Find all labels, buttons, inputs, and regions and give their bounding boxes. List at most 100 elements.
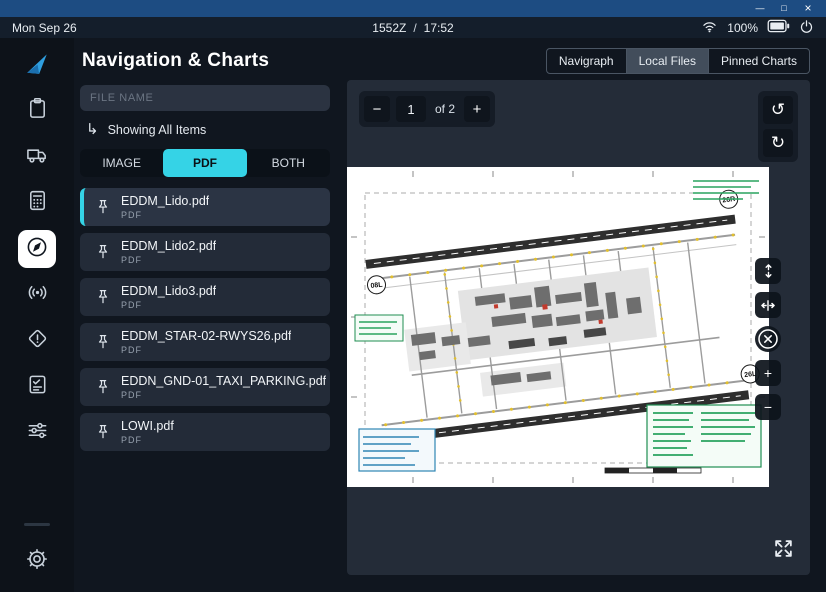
rotate-cw-button[interactable]: ↻ xyxy=(763,129,793,157)
power-icon[interactable] xyxy=(799,19,814,37)
file-name-search-input[interactable] xyxy=(80,85,330,111)
sidebar xyxy=(0,38,74,592)
battery-icon xyxy=(767,19,790,36)
time-local: 17:52 xyxy=(424,21,454,35)
file-name: EDDM_Lido3.pdf xyxy=(121,284,216,298)
chart-note-left xyxy=(355,315,403,341)
close-viewer-button[interactable] xyxy=(755,326,781,352)
zoom-in-button[interactable]: + xyxy=(755,360,781,386)
chart-info-box-atis xyxy=(359,429,435,471)
status-clock: 1552Z / 17:52 xyxy=(232,21,594,35)
sidebar-item-alerts[interactable] xyxy=(18,322,56,360)
page-previous-button[interactable]: − xyxy=(364,96,390,122)
file-type-badge: PDF xyxy=(121,255,216,265)
filter-status-label: Showing All Items xyxy=(108,123,207,137)
file-name: LOWI.pdf xyxy=(121,419,174,433)
fullscreen-button[interactable] xyxy=(766,531,800,565)
transmitter-icon xyxy=(26,281,49,309)
page-count-label: of 2 xyxy=(435,102,455,116)
time-utc: 1552Z xyxy=(372,21,406,35)
file-list-item[interactable]: EDDM_Lido.pdf PDF xyxy=(80,188,330,226)
pushpin-icon[interactable] xyxy=(91,287,115,307)
window-maximize-button[interactable]: □ xyxy=(772,0,796,17)
zoom-out-button[interactable]: − xyxy=(755,394,781,420)
sidebar-divider xyxy=(24,523,50,526)
tab-navigraph[interactable]: Navigraph xyxy=(547,49,627,73)
sidebar-item-settings[interactable] xyxy=(18,542,56,580)
chart-info-box-frequencies xyxy=(647,405,761,467)
fit-width-icon xyxy=(760,298,776,313)
filter-status: ↳ Showing All Items xyxy=(86,122,330,137)
airport-diagram: 26R 08L 26L 08R xyxy=(347,167,769,487)
tab-local-files[interactable]: Local Files xyxy=(627,49,709,73)
page-title: Navigation & Charts xyxy=(82,50,330,72)
status-bar: Mon Sep 26 1552Z / 17:52 100% xyxy=(0,17,826,38)
pushpin-icon[interactable] xyxy=(91,197,115,217)
page-number-field[interactable]: 1 xyxy=(396,96,426,122)
page-next-button[interactable]: + xyxy=(464,96,490,122)
clipboard-icon xyxy=(26,97,49,125)
chart-scale-bar xyxy=(605,468,701,473)
sidebar-item-navigation[interactable] xyxy=(18,230,56,268)
file-name: EDDM_Lido.pdf xyxy=(121,194,209,208)
file-list-item[interactable]: LOWI.pdf PDF xyxy=(80,413,330,451)
file-type-filter: IMAGE PDF BOTH xyxy=(80,149,330,177)
pushpin-icon[interactable] xyxy=(91,422,115,442)
nav-charts-panel: Navigation & Charts ↳ Showing All Items … xyxy=(74,38,340,592)
navigation-compass-icon xyxy=(25,235,49,264)
gear-icon xyxy=(25,547,49,576)
file-type-badge: PDF xyxy=(121,390,326,400)
chart-source-tabs: Navigraph Local Files Pinned Charts xyxy=(546,48,810,74)
file-name: EDDN_GND-01_TAXI_PARKING.pdf xyxy=(121,374,326,388)
checklist-icon xyxy=(26,373,49,401)
file-list: EDDM_Lido.pdf PDF EDDM_Lido2.pdf PDF EDDM_… xyxy=(80,188,330,451)
file-list-item[interactable]: EDDM_STAR-02-RWYS26.pdf PDF xyxy=(80,323,330,361)
status-date: Mon Sep 26 xyxy=(12,21,232,35)
filter-tab-both[interactable]: BOTH xyxy=(247,149,330,177)
wifi-icon xyxy=(701,19,718,36)
chart-tools: + − xyxy=(755,258,781,420)
branch-arrow-icon: ↳ xyxy=(86,122,99,137)
chart-viewer-area: Navigraph Local Files Pinned Charts − 1 … xyxy=(340,38,826,592)
rotate-controls: ↺ ↻ xyxy=(758,91,798,162)
rotate-ccw-button[interactable]: ↺ xyxy=(763,96,793,124)
calculator-icon xyxy=(26,189,49,217)
file-name: EDDM_Lido2.pdf xyxy=(121,239,216,253)
battery-percent: 100% xyxy=(727,21,758,35)
window-close-button[interactable]: × xyxy=(796,0,820,17)
pushpin-icon[interactable] xyxy=(91,242,115,262)
fit-width-button[interactable] xyxy=(755,292,781,318)
tab-pinned-charts[interactable]: Pinned Charts xyxy=(709,49,809,73)
page-controls: − 1 of 2 + xyxy=(359,91,495,127)
pushpin-icon[interactable] xyxy=(91,332,115,352)
sidebar-item-transmitter[interactable] xyxy=(18,276,56,314)
fit-height-button[interactable] xyxy=(755,258,781,284)
file-type-badge: PDF xyxy=(121,210,209,220)
file-list-item[interactable]: EDDM_Lido3.pdf PDF xyxy=(80,278,330,316)
file-name: EDDM_STAR-02-RWYS26.pdf xyxy=(121,329,291,343)
close-circle-icon xyxy=(757,328,779,350)
sidebar-item-checklist[interactable] xyxy=(18,368,56,406)
file-type-badge: PDF xyxy=(121,345,291,355)
filter-tab-pdf[interactable]: PDF xyxy=(163,149,246,177)
airport-chart-canvas[interactable]: 26R 08L 26L 08R xyxy=(347,167,769,487)
sidebar-item-vehicle[interactable] xyxy=(18,138,56,176)
time-separator: / xyxy=(413,21,416,35)
sidebar-item-clipboard[interactable] xyxy=(18,92,56,130)
file-list-item[interactable]: EDDN_GND-01_TAXI_PARKING.pdf PDF xyxy=(80,368,330,406)
sidebar-item-settings-sliders[interactable] xyxy=(18,414,56,452)
app-logo-icon xyxy=(24,50,50,76)
file-list-item[interactable]: EDDM_Lido2.pdf PDF xyxy=(80,233,330,271)
caution-icon xyxy=(26,327,49,355)
file-type-badge: PDF xyxy=(121,435,174,445)
sidebar-item-calculator[interactable] xyxy=(18,184,56,222)
fullscreen-expand-icon xyxy=(773,538,794,559)
app-window: — □ × Mon Sep 26 1552Z / 17:52 100% xyxy=(0,0,826,592)
fit-height-icon xyxy=(761,263,776,279)
window-minimize-button[interactable]: — xyxy=(748,0,772,17)
pdf-viewer: − 1 of 2 + ↺ ↻ xyxy=(347,80,810,575)
title-bar: — □ × xyxy=(0,0,826,17)
filter-tab-image[interactable]: IMAGE xyxy=(80,149,163,177)
pushpin-icon[interactable] xyxy=(91,377,115,397)
file-type-badge: PDF xyxy=(121,300,216,310)
